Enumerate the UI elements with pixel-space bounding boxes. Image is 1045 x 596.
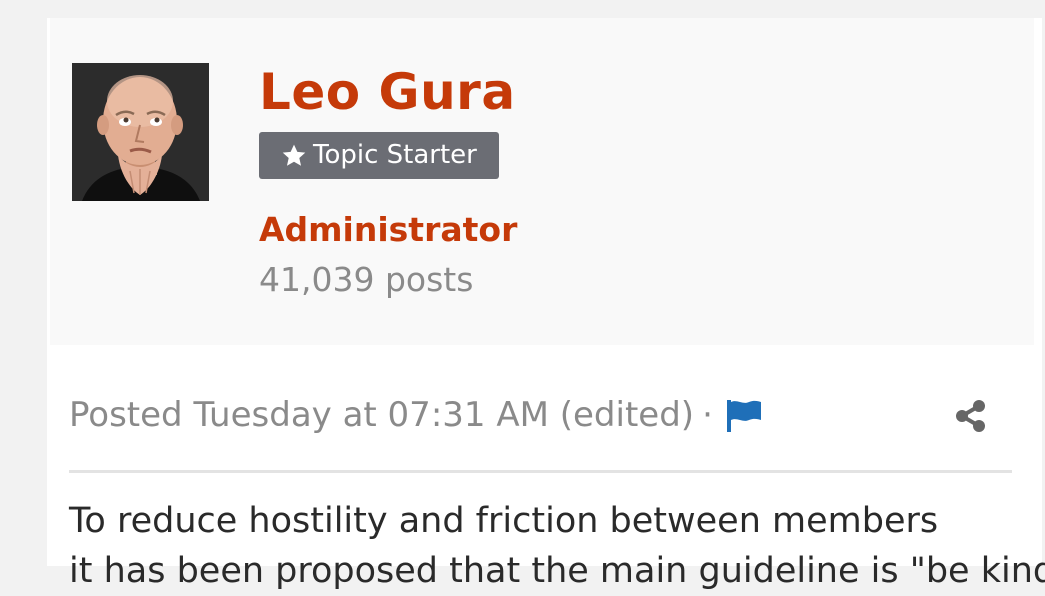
author-avatar[interactable] — [72, 63, 209, 201]
post-body-line: it has been proposed that the main guide… — [69, 551, 1045, 591]
post-date[interactable]: Posted Tuesday at 07:31 AM (edited) — [69, 395, 694, 435]
meta-separator: · — [702, 395, 713, 435]
star-icon — [282, 144, 306, 166]
flag-icon[interactable] — [725, 398, 763, 432]
forum-post: Leo Gura Topic Starter Administrator 41,… — [47, 18, 1045, 591]
author-panel: Leo Gura Topic Starter Administrator 41,… — [50, 18, 1034, 345]
page-background: Leo Gura Topic Starter Administrator 41,… — [28, 0, 1045, 591]
author-role: Administrator — [259, 210, 518, 249]
author-name[interactable]: Leo Gura — [259, 62, 516, 122]
post-body: To reduce hostility and friction between… — [69, 496, 1045, 596]
post-body-line: To reduce hostility and friction between… — [69, 501, 939, 541]
share-icon[interactable] — [953, 399, 987, 433]
author-post-count: 41,039 posts — [259, 260, 474, 299]
avatar-icon — [72, 63, 209, 201]
topic-starter-badge: Topic Starter — [259, 132, 499, 179]
topic-starter-label: Topic Starter — [313, 140, 477, 170]
post-meta: Posted Tuesday at 07:31 AM (edited) · — [69, 390, 763, 440]
post-divider — [69, 470, 1012, 473]
